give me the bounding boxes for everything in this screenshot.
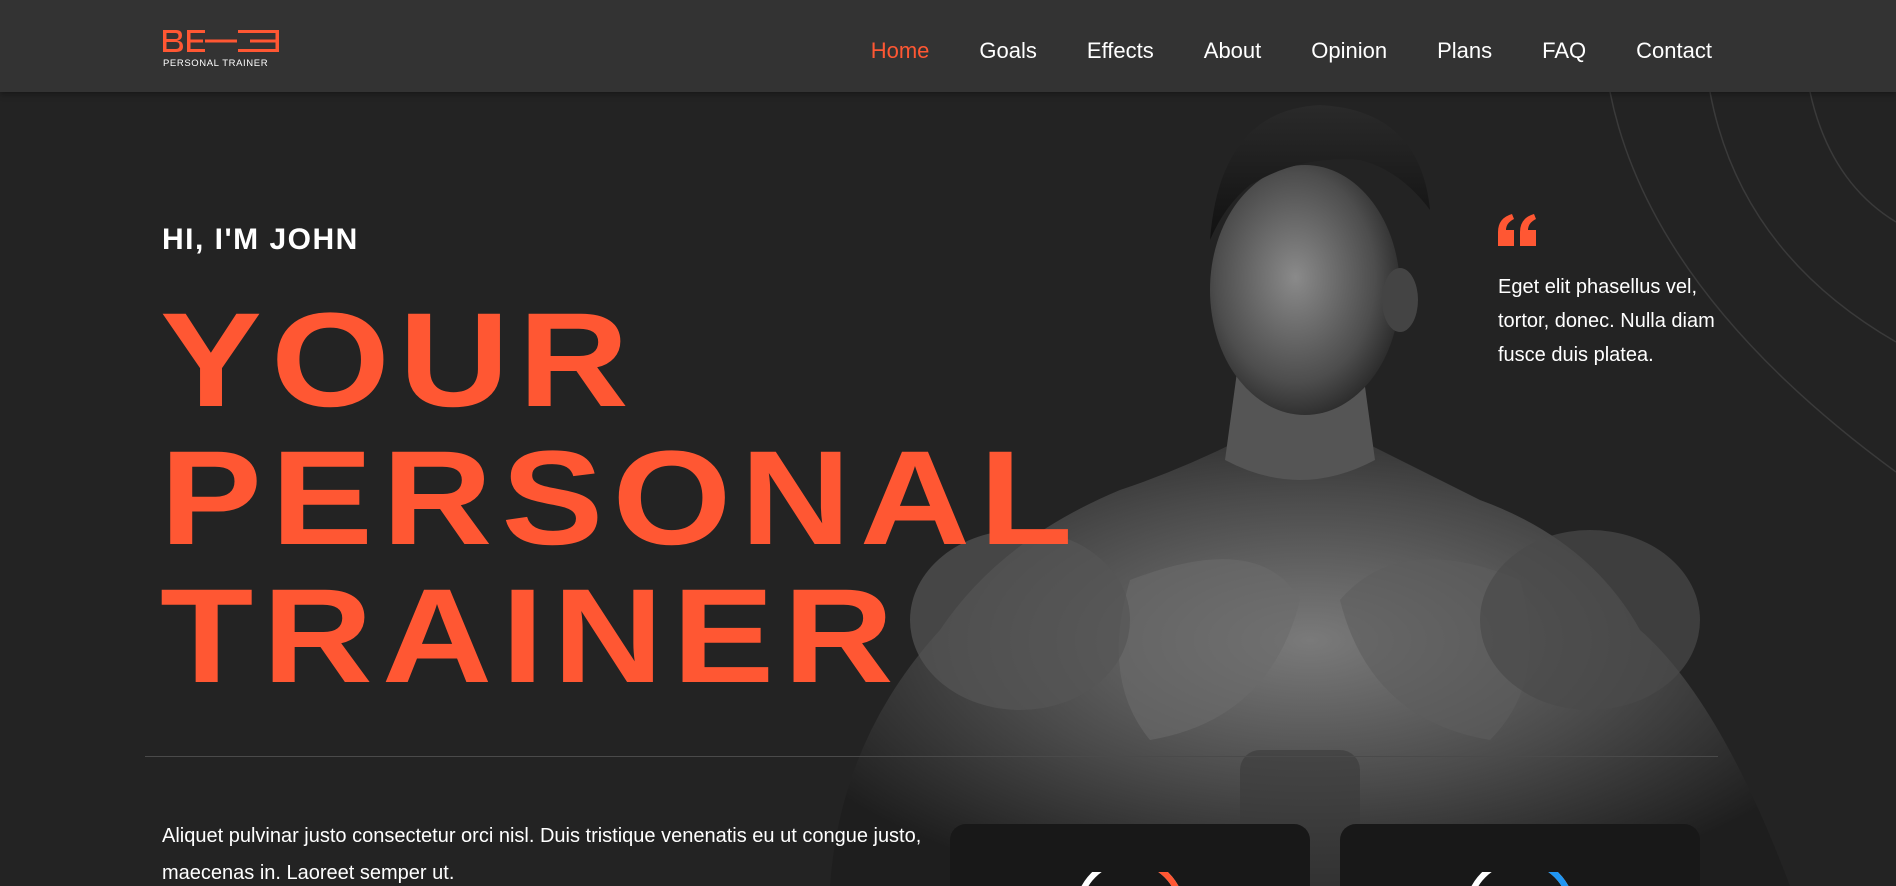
quote-open-icon	[1498, 214, 1536, 246]
nav-item-goals[interactable]: Goals	[979, 38, 1036, 64]
stat-card	[1340, 824, 1700, 886]
hero-headline: YOUR PERSONAL TRAINER	[160, 292, 1082, 706]
hero-quote: Eget elit phasellus vel, tortor, donec. …	[1498, 276, 1715, 366]
nav-item-opinion[interactable]: Opinion	[1311, 38, 1387, 64]
headline-line-1: YOUR	[160, 286, 638, 435]
nav-item-about[interactable]: About	[1204, 38, 1262, 64]
headline-line-3: TRAINER	[160, 562, 903, 711]
nav-item-effects[interactable]: Effects	[1087, 38, 1154, 64]
progress-ring	[1081, 872, 1179, 886]
progress-ring	[1471, 872, 1569, 886]
logo-icon	[163, 30, 279, 52]
logo[interactable]: PERSONAL TRAINER	[162, 28, 282, 70]
nav-item-plans[interactable]: Plans	[1437, 38, 1492, 64]
stat-card	[950, 824, 1310, 886]
nav-item-home[interactable]: Home	[871, 38, 930, 64]
hero-description: Aliquet pulvinar justo consectetur orci …	[162, 825, 922, 884]
logo-mark	[162, 28, 282, 54]
main-nav: Home Goals Effects About Opinion Plans F…	[821, 0, 1712, 102]
logo-tagline: PERSONAL TRAINER	[163, 58, 269, 69]
headline-line-2: PERSONAL	[160, 424, 1082, 573]
hero-greeting: HI, I'M JOHN	[162, 223, 359, 256]
nav-item-faq[interactable]: FAQ	[1542, 38, 1586, 64]
hero-divider	[145, 756, 1718, 757]
site-header: PERSONAL TRAINER Home Goals Effects Abou…	[0, 0, 1896, 92]
nav-item-contact[interactable]: Contact	[1636, 38, 1712, 64]
